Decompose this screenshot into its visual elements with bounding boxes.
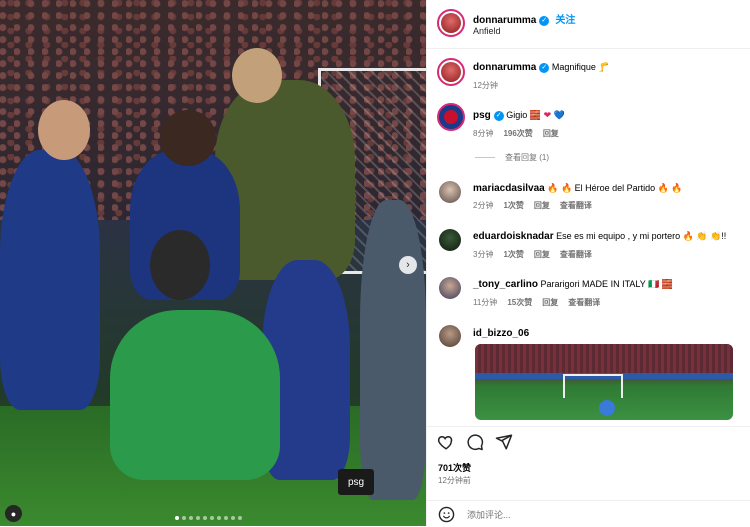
likes-count[interactable]: 701次赞 [438,461,471,474]
send-icon[interactable] [495,433,513,451]
caption-time: 12分钟 [473,81,498,90]
add-comment-input[interactable] [465,505,739,525]
comment-meta: 2分钟 1次赞 回复 查看翻译 [473,200,592,211]
post-media[interactable]: › psg ● [0,0,426,526]
leg-emoji: 🦵 [598,62,610,72]
comment-username[interactable]: id_bizzo_06 [473,328,529,339]
staff-head [232,48,282,103]
comment-text: Pararigori MADE IN ITALY 🇮🇹 🧱 [540,279,673,289]
comment-text: Ese es mi equipo , y mi portero 🔥 👏 👏!! [556,231,727,241]
comment-avatar[interactable] [439,325,461,347]
reply-button[interactable]: 回复 [534,201,550,210]
heart-icon[interactable] [437,433,455,451]
image-tag-label[interactable]: psg [338,469,374,495]
post-time: 12分钟前 [438,476,471,485]
caption-text: Magnifique [551,62,596,72]
comment-time: 2分钟 [473,201,494,210]
view-replies[interactable]: 查看回复 (1) [475,152,549,163]
comment-icon[interactable] [466,433,484,451]
player-head-left [38,100,90,160]
post-header: donnarumma ✓ 关注 Anfield [427,0,750,49]
comment-meta: 8分钟 196次赞 回复 [473,128,559,139]
translate-button[interactable]: 查看翻译 [560,250,592,259]
comment-likes[interactable]: 1次赞 [503,201,523,210]
player-right-gray [360,200,426,500]
add-comment-bar [427,500,750,527]
reply-button[interactable]: 回复 [542,298,558,307]
next-image-button[interactable]: › [399,256,417,274]
player-left [0,150,100,410]
goalkeeper-green [110,310,280,480]
comment-likes[interactable]: 196次赞 [503,129,532,138]
verified-icon: ✓ [539,15,550,26]
comment-avatar[interactable] [437,103,465,131]
post-location[interactable]: Anfield [473,26,501,36]
comment-text: 🔥 🔥 El Héroe del Partido 🔥 🔥 [547,183,683,193]
comment-meta: 3分钟 1次赞 回复 查看翻译 [473,249,592,260]
player-center-head [160,110,216,166]
caption-avatar[interactable] [437,58,465,86]
blue-heart-emoji: 💙 [553,110,565,120]
comment-avatar[interactable] [439,181,461,203]
comment-username[interactable]: eduardoisknadar [473,231,554,242]
comment-time: 8分钟 [473,129,494,138]
comment-image[interactable] [475,344,733,420]
tagged-users-icon[interactable]: ● [5,505,22,522]
translate-button[interactable]: 查看翻译 [560,201,592,210]
goalkeeper-marker [599,400,615,416]
post-side-panel: donnarumma ✓ 关注 Anfield donnarumma ✓ Magnif… [426,0,750,526]
goalkeeper-head [150,230,210,300]
comment-username[interactable]: mariacdasilvaa [473,183,545,194]
goal-frame [563,374,623,398]
carousel-indicator [175,516,242,520]
comment-username[interactable]: _tony_carlino [473,279,538,290]
post-actions [427,426,750,487]
comment-likes[interactable]: 1次赞 [503,250,523,259]
verified-icon: ✓ [493,110,504,121]
author-username[interactable]: donnarumma [473,15,536,26]
stadium-crowd [475,344,733,373]
comment-likes[interactable]: 15次赞 [507,298,532,307]
author-avatar[interactable] [437,9,465,37]
emoji-icon[interactable] [438,506,455,523]
follow-button[interactable]: 关注 [555,15,575,26]
verified-icon: ✓ [539,62,550,73]
comment-meta: 11分钟 15次赞 回复 查看翻译 [473,297,600,308]
comment-username[interactable]: psg [473,110,491,121]
comment-avatar[interactable] [439,277,461,299]
brick-emoji: 🧱 [529,110,542,120]
comment-time: 11分钟 [473,298,498,307]
comment-avatar[interactable] [439,229,461,251]
comment-text: Gigio [506,110,528,120]
reply-button[interactable]: 回复 [543,129,559,138]
red-heart-emoji: ❤ [543,110,552,120]
translate-button[interactable]: 查看翻译 [568,298,600,307]
caption-username[interactable]: donnarumma [473,62,536,73]
view-replies-label[interactable]: 查看回复 (1) [505,153,549,162]
comment-time: 3分钟 [473,250,494,259]
reply-button[interactable]: 回复 [534,250,550,259]
